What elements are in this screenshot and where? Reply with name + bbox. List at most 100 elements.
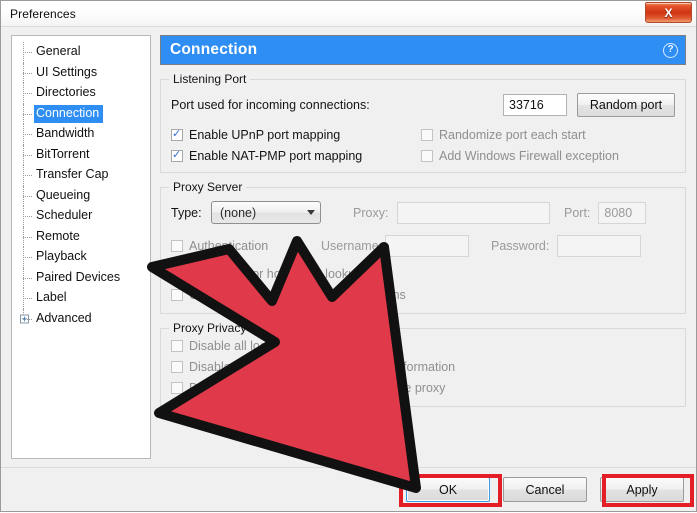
proxy-password-input[interactable]	[557, 235, 642, 257]
cancel-button[interactable]: Cancel	[503, 477, 587, 502]
page-header: Connection ?	[160, 35, 686, 65]
listening-port-input[interactable]: 33716	[503, 94, 567, 116]
checkbox-label: Disable connections unsupported by the p…	[189, 381, 446, 395]
checkbox-box	[171, 148, 183, 162]
checkbox-box	[171, 268, 183, 280]
ok-button[interactable]: OK	[406, 477, 490, 502]
sidebar-item-general[interactable]: General	[12, 42, 150, 63]
checkbox-box	[171, 240, 183, 252]
sidebar-item-label: Remote	[36, 228, 80, 243]
preferences-window: Preferences X General UI Settings Director…	[0, 0, 697, 512]
proxy-username-label: Username:	[321, 239, 383, 253]
tree-connector	[20, 185, 34, 207]
tree-connector	[20, 83, 34, 104]
tree-connector	[20, 206, 34, 227]
sidebar-item-label: Scheduler	[36, 208, 93, 223]
sidebar-item-paired-devices[interactable]: Paired Devices	[12, 267, 150, 289]
sidebar-item-label: Paired Devices	[36, 269, 121, 284]
checkbox-label: Use proxy for hostname lookups	[189, 267, 369, 281]
window-title: Preferences	[10, 6, 76, 21]
checkbox-box	[421, 150, 433, 162]
tree-connector: +	[20, 308, 34, 330]
sidebar-item-label: General	[36, 44, 81, 59]
checkbox-label: Randomize port each start	[439, 128, 586, 142]
proxy-host-input[interactable]	[397, 201, 550, 224]
proxy-password-label: Password:	[491, 239, 550, 253]
sidebar-item-advanced[interactable]: + Advanced	[12, 308, 150, 330]
proxy-type-value: (none)	[220, 205, 257, 220]
sidebar-item-directories[interactable]: Directories	[12, 83, 150, 104]
checkbox-label: Enable NAT-PMP port mapping	[189, 149, 363, 163]
sidebar-item-bandwidth[interactable]: Bandwidth	[12, 124, 150, 145]
chevron-down-icon	[307, 210, 315, 215]
sidebar-item-label: Bandwidth	[36, 126, 95, 141]
settings-panel: Connection ? Listening Port Port used fo…	[160, 35, 686, 459]
sidebar-item-label: Playback	[36, 249, 87, 264]
checkbox-disable-leaky-features[interactable]: Disable features that leak identifying i…	[171, 360, 455, 374]
sidebar-item-label[interactable]: Label	[12, 288, 150, 309]
listening-port-legend: Listening Port	[169, 72, 251, 86]
proxy-type-label: Type:	[171, 205, 202, 220]
proxy-privacy-group: Proxy Privacy Disable all local DNS look…	[160, 321, 686, 407]
sidebar-item-remote[interactable]: Remote	[12, 226, 150, 248]
close-icon: X	[664, 5, 673, 20]
sidebar-item-label: UI Settings	[36, 64, 98, 79]
sidebar-item-queueing[interactable]: Queueing	[12, 185, 150, 207]
sidebar-item-label: Directories	[36, 85, 96, 100]
tree-connector	[20, 42, 34, 63]
sidebar-item-label: Transfer Cap	[36, 167, 109, 182]
proxy-username-input[interactable]	[385, 235, 469, 257]
dialog-body: General UI Settings Directories Connection B…	[1, 27, 696, 467]
proxy-port-input[interactable]: 8080	[598, 201, 647, 224]
sidebar-item-scheduler[interactable]: Scheduler	[12, 206, 150, 227]
sidebar-item-label: Connection	[34, 104, 104, 123]
page-title: Connection	[170, 41, 258, 58]
proxy-server-legend: Proxy Server	[169, 180, 247, 194]
checkbox-firewall-exception[interactable]: Add Windows Firewall exception	[421, 149, 619, 163]
checkbox-authentication[interactable]: Authentication	[171, 239, 321, 253]
checkbox-box	[171, 382, 183, 394]
checkbox-proxy-hostname-lookups[interactable]: Use proxy for hostname lookups	[171, 267, 368, 281]
tree-connector	[20, 267, 34, 289]
random-port-button[interactable]: Random port	[577, 93, 675, 117]
tree-connector	[20, 226, 34, 248]
sidebar-item-connection[interactable]: Connection	[12, 103, 150, 125]
apply-button[interactable]: Apply	[600, 477, 684, 502]
proxy-privacy-legend: Proxy Privacy	[169, 321, 251, 335]
sidebar-item-transfer-cap[interactable]: Transfer Cap	[12, 165, 150, 186]
settings-tree[interactable]: General UI Settings Directories Connection B…	[11, 35, 151, 459]
checkbox-enable-natpmp[interactable]: Enable NAT-PMP port mapping	[171, 148, 421, 163]
checkbox-label: Authentication	[189, 239, 269, 253]
proxy-host-label: Proxy:	[353, 205, 389, 220]
tree-connector	[20, 144, 34, 166]
sidebar-item-playback[interactable]: Playback	[12, 247, 150, 268]
tree-connector	[20, 247, 34, 268]
question-mark-icon[interactable]: ?	[663, 42, 678, 58]
tree-connector	[20, 103, 34, 125]
checkbox-disable-unsupported-connections[interactable]: Disable connections unsupported by the p…	[171, 381, 445, 395]
checkbox-proxy-p2p-connections[interactable]: Use proxy for peer-to-peer connections	[171, 288, 406, 302]
proxy-port-label: Port:	[564, 205, 591, 220]
title-bar: Preferences X	[1, 1, 696, 27]
checkbox-label: Use proxy for peer-to-peer connections	[189, 288, 406, 302]
tree-connector	[20, 62, 34, 84]
sidebar-item-ui-settings[interactable]: UI Settings	[12, 62, 150, 84]
expand-plus-icon[interactable]: +	[20, 314, 29, 324]
checkbox-label: Disable all local DNS lookups	[189, 339, 353, 353]
close-button[interactable]: X	[645, 2, 692, 23]
tree-connector	[20, 288, 34, 309]
sidebar-item-label: Queueing	[36, 187, 91, 202]
proxy-server-group: Proxy Server Type: (none) Proxy: Port: 8…	[160, 180, 686, 314]
dialog-footer: OK Cancel Apply	[1, 467, 696, 511]
checkbox-disable-dns-lookups[interactable]: Disable all local DNS lookups	[171, 339, 352, 353]
checkbox-box	[171, 127, 183, 141]
checkbox-enable-upnp[interactable]: Enable UPnP port mapping	[171, 127, 421, 142]
checkbox-randomize-port[interactable]: Randomize port each start	[421, 128, 586, 142]
sidebar-item-bittorrent[interactable]: BitTorrent	[12, 144, 150, 166]
checkbox-label: Enable UPnP port mapping	[189, 128, 341, 142]
incoming-port-label: Port used for incoming connections:	[171, 98, 370, 112]
listening-port-group: Listening Port Port used for incoming co…	[160, 72, 686, 173]
proxy-type-select[interactable]: (none)	[211, 201, 321, 224]
sidebar-item-label: Label	[36, 290, 67, 305]
checkbox-box	[171, 361, 183, 373]
